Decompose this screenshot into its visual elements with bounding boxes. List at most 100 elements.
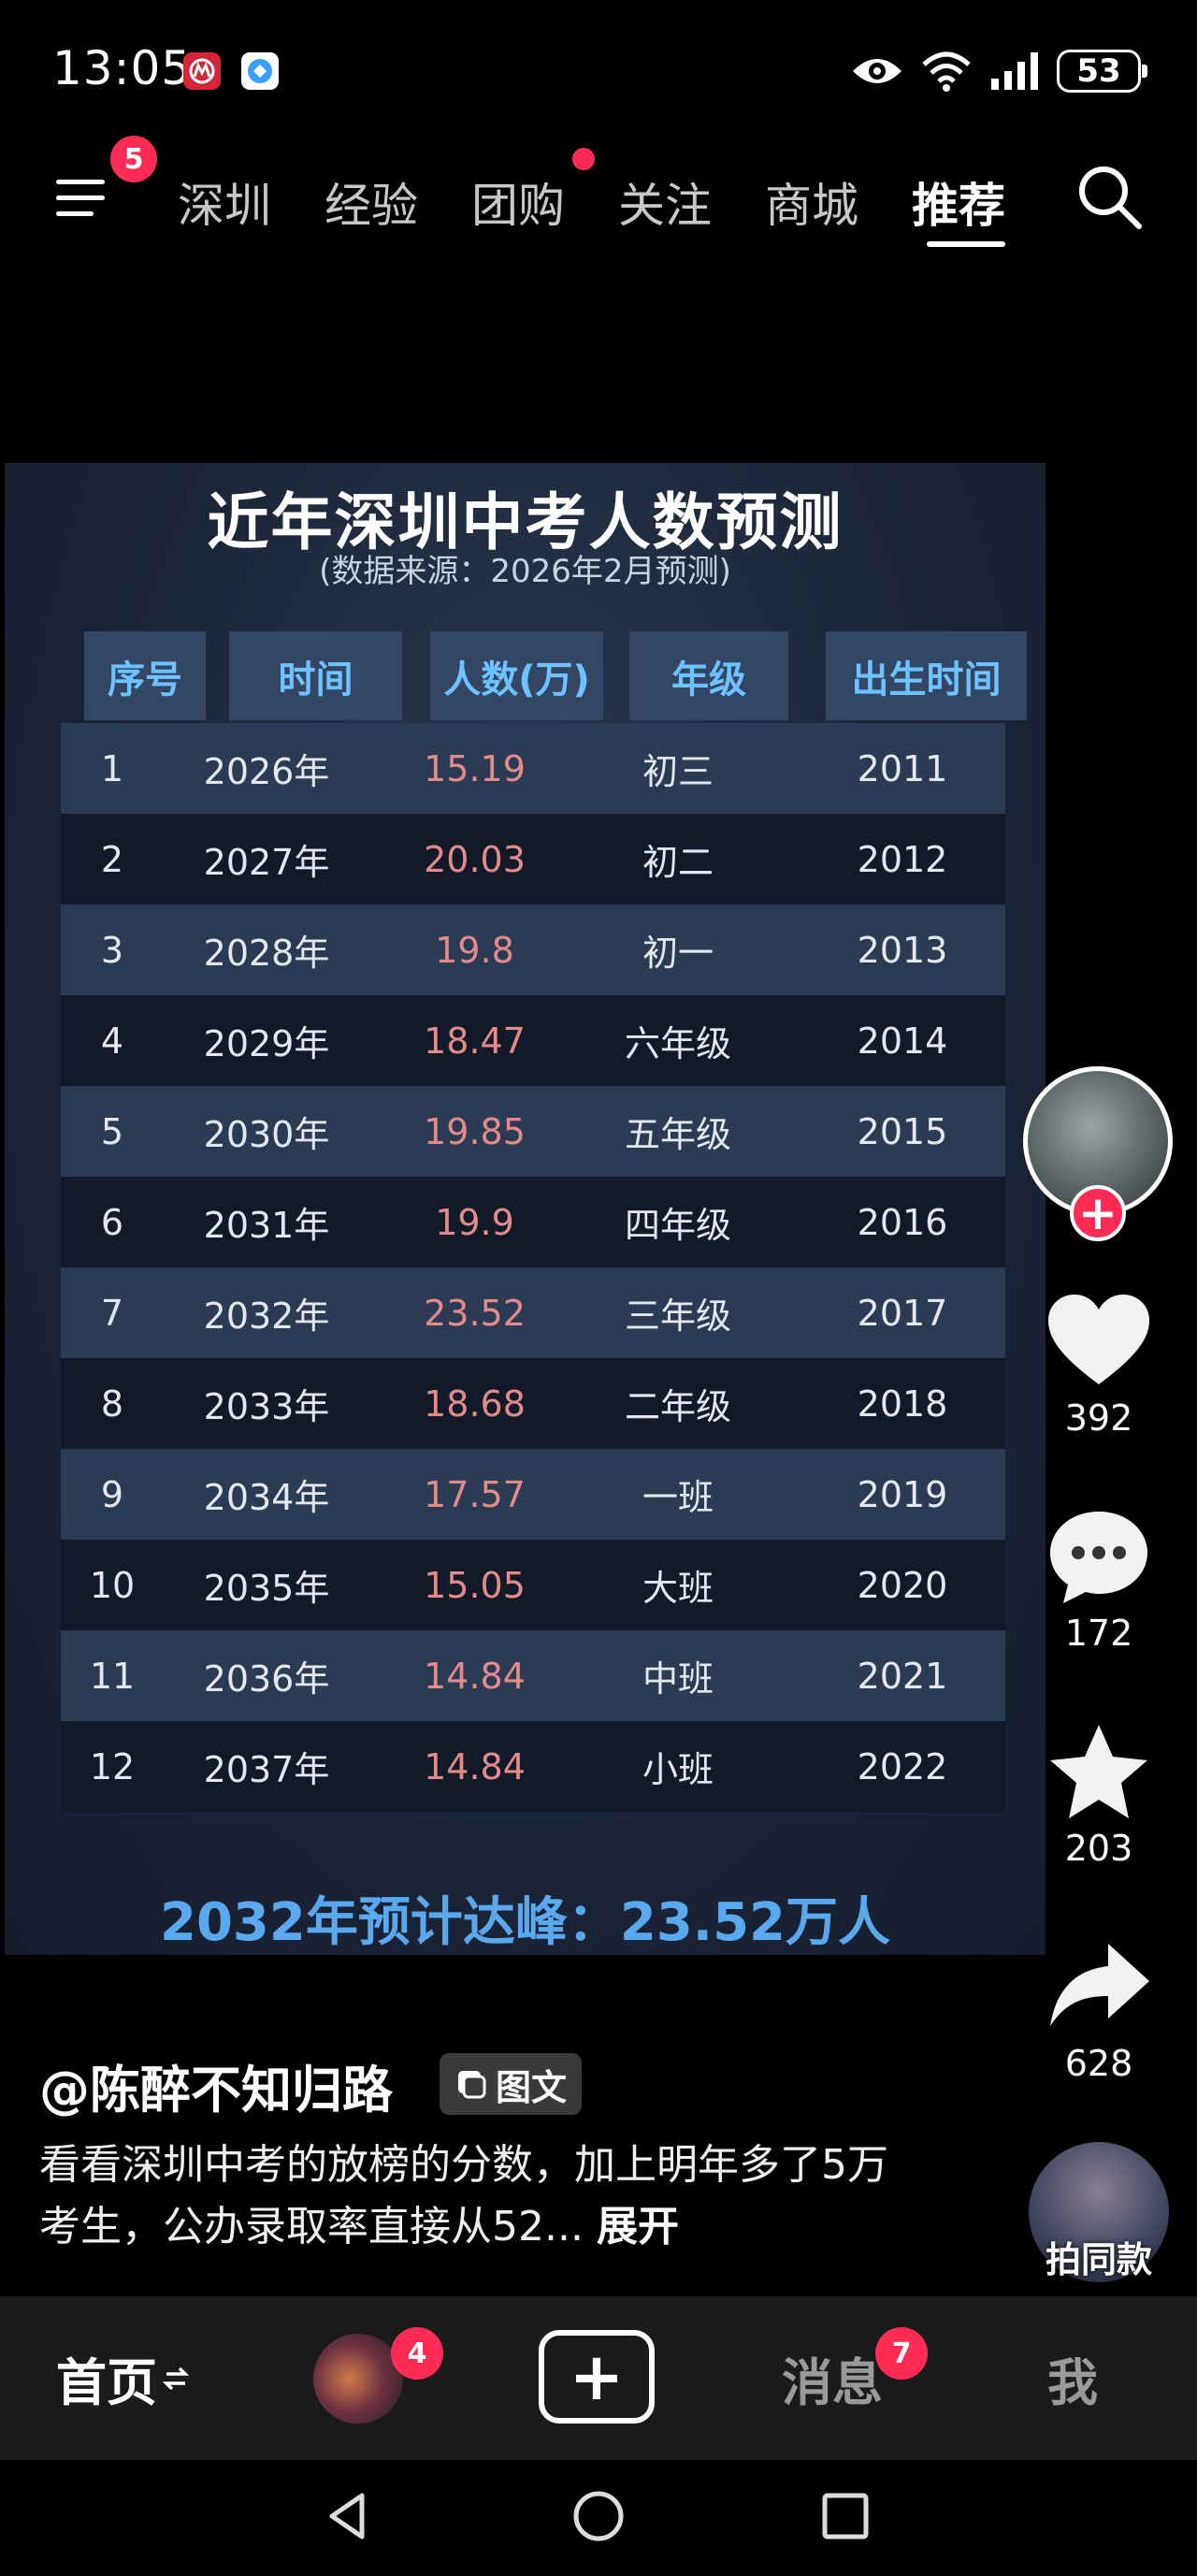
cell-index: 3 (100, 929, 124, 971)
home-icon[interactable] (570, 2488, 627, 2544)
cell-index: 5 (100, 1110, 124, 1152)
nav-me[interactable]: 我 (1047, 2296, 1098, 2460)
recents-icon[interactable] (817, 2488, 873, 2544)
create-button[interactable]: + (539, 2330, 655, 2424)
cell-count: 17.57 (424, 1473, 526, 1515)
cell-count: 20.03 (424, 838, 526, 880)
cell-year: 2028年 (203, 933, 330, 974)
battery-icon: 53 (1057, 50, 1147, 93)
heart-icon (1048, 1295, 1149, 1384)
cell-birth: 2021 (857, 1655, 948, 1697)
tab-experience[interactable]: 经验 (324, 168, 471, 236)
bottom-nav: 首页 + 消息 我 (0, 2296, 1197, 2460)
tab-recommend[interactable]: 推荐 (912, 168, 1059, 247)
cell-count: 15.05 (424, 1564, 526, 1606)
signal-icon (991, 52, 1038, 90)
favorite-count: 203 (1064, 1828, 1133, 1869)
cell-year: 2026年 (203, 751, 330, 792)
menu-icon[interactable] (52, 170, 118, 226)
table-row: 12 2037年 14.84 小班 2022 (61, 1721, 1005, 1812)
search-icon[interactable] (1074, 161, 1145, 232)
nav-messages[interactable]: 消息 (782, 2296, 883, 2460)
comment-button[interactable]: 172 (1029, 1506, 1169, 1654)
cell-birth: 2020 (857, 1564, 948, 1606)
table-row: 3 2028年 19.8 初一 2013 (61, 904, 1005, 995)
friends-badge: 4 (391, 2327, 443, 2380)
cell-grade: 初一 (642, 933, 714, 974)
system-nav (0, 2460, 1197, 2576)
same-style-label[interactable]: 拍同款 (1019, 2231, 1178, 2282)
bank-app-icon (183, 52, 221, 90)
post-description[interactable]: 看看深圳中考的放榜的分数，加上明年多了5万考生，公办录取率直接从52... 展开 (39, 2135, 928, 2258)
table-row: 4 2029年 18.47 六年级 2014 (61, 995, 1005, 1086)
cell-index: 12 (89, 1745, 136, 1787)
cell-birth: 2011 (857, 747, 948, 789)
tab-group-buy[interactable]: 团购 (471, 168, 618, 236)
cell-count: 18.47 (424, 1020, 526, 1062)
share-icon (1050, 1944, 1149, 2026)
favorite-button[interactable]: 203 (1029, 1721, 1169, 1869)
share-button[interactable]: 628 (1029, 1936, 1169, 2084)
nav-home[interactable]: 首页 (56, 2296, 189, 2460)
star-icon (1050, 1725, 1147, 1818)
expand-link[interactable]: 展开 (597, 2203, 679, 2250)
col-grade: 年级 (629, 631, 788, 720)
cell-index: 2 (100, 838, 124, 880)
table-row: 6 2031年 19.9 四年级 2016 (61, 1177, 1005, 1267)
top-nav: 深圳 经验 团购 关注 商城 推荐 (0, 140, 1197, 262)
description-text: 看看深圳中考的放榜的分数，加上明年多了5万考生，公办录取率直接从52... (39, 2141, 888, 2250)
menu-badge: 5 (110, 136, 157, 182)
tab-bar: 深圳 经验 团购 关注 商城 推荐 (178, 168, 1059, 247)
cell-count: 23.52 (424, 1292, 526, 1334)
table-row: 8 2033年 18.68 二年级 2018 (61, 1358, 1005, 1449)
cell-count: 19.85 (424, 1110, 526, 1152)
cell-grade: 三年级 (624, 1295, 731, 1337)
cell-count: 18.68 (424, 1382, 526, 1425)
cell-index: 11 (89, 1655, 136, 1697)
col-index: 序号 (84, 631, 206, 720)
cell-index: 4 (100, 1020, 124, 1062)
col-year: 时间 (229, 631, 402, 720)
image-subtitle: (数据来源：2026年2月预测) (319, 553, 731, 590)
cell-grade: 初三 (642, 751, 714, 792)
cell-grade: 四年级 (624, 1205, 731, 1246)
cell-birth: 2017 (857, 1292, 948, 1334)
nav-friends-avatar[interactable] (313, 2334, 403, 2424)
cell-index: 10 (89, 1564, 136, 1606)
eye-icon (853, 59, 901, 83)
cell-grade: 二年级 (624, 1386, 731, 1427)
follow-button[interactable]: + (1070, 1185, 1126, 1241)
cell-birth: 2014 (857, 1020, 948, 1062)
post-image[interactable]: 近年深圳中考人数预测 (数据来源：2026年2月预测) 序号 时间 人数(万) … (5, 463, 1046, 1955)
cell-grade: 一班 (642, 1477, 714, 1518)
nav-home-label: 首页 (56, 2353, 157, 2412)
cell-birth: 2013 (857, 929, 948, 971)
share-count: 628 (1064, 2043, 1133, 2084)
cell-birth: 2018 (857, 1382, 948, 1425)
image-post-tag: 图文 (440, 2053, 583, 2115)
cell-index: 7 (100, 1292, 124, 1334)
tab-shenzhen[interactable]: 深圳 (178, 168, 324, 236)
cell-count: 19.8 (435, 929, 514, 971)
cell-grade: 小班 (642, 1749, 714, 1790)
cell-birth: 2015 (857, 1110, 948, 1152)
tab-mall[interactable]: 商城 (765, 168, 912, 236)
cell-grade: 六年级 (624, 1023, 731, 1064)
group-buy-notification-dot (572, 148, 595, 170)
status-icons: 53 (851, 45, 1147, 97)
tab-following[interactable]: 关注 (618, 168, 765, 236)
table-row: 5 2030年 19.85 五年级 2015 (61, 1086, 1005, 1177)
cell-grade: 大班 (642, 1568, 714, 1609)
status-time: 13:05 (52, 41, 193, 95)
back-icon[interactable] (321, 2488, 377, 2544)
cell-count: 19.9 (435, 1201, 514, 1243)
cell-grade: 初二 (642, 842, 714, 883)
author-name[interactable]: @陈醉不知归路 (39, 2048, 393, 2122)
comment-icon (1050, 1512, 1147, 1603)
battery-level: 53 (1076, 52, 1121, 90)
image-text-icon (458, 2071, 486, 2099)
like-button[interactable]: 392 (1029, 1291, 1169, 1439)
cell-birth: 2012 (857, 838, 948, 880)
table-row: 7 2032年 23.52 三年级 2017 (61, 1267, 1005, 1358)
table-body: 1 2026年 15.19 初三 2011 2 2027年 20.03 初二 2012 3 2028年… (61, 723, 1005, 1812)
